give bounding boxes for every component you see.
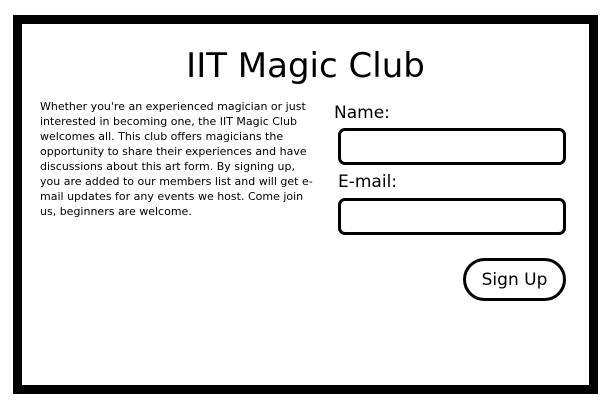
page-title: IIT Magic Club (186, 46, 425, 86)
page-frame: IIT Magic Club Whether you're an experie… (13, 15, 598, 394)
email-field[interactable] (338, 198, 566, 235)
name-field[interactable] (338, 128, 566, 165)
email-label: E-mail: (338, 172, 398, 192)
name-label: Name: (334, 103, 390, 123)
sign-up-button[interactable]: Sign Up (463, 258, 566, 301)
club-description: Whether you're an experienced magician o… (40, 100, 313, 218)
